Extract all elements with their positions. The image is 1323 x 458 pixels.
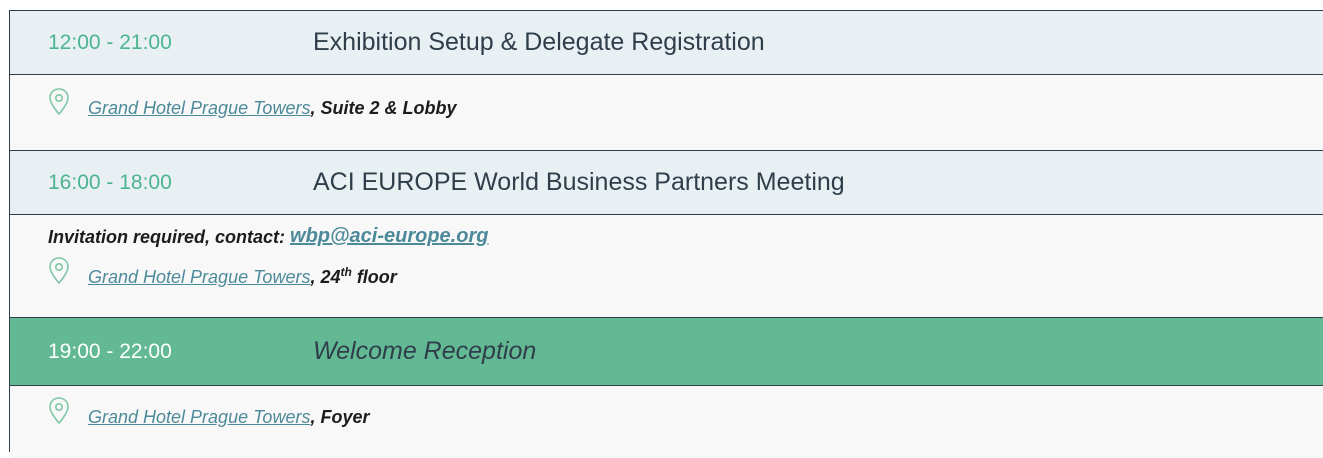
location-line: Grand Hotel Prague Towers , 24th floor (48, 256, 1323, 288)
venue-link[interactable]: Grand Hotel Prague Towers (88, 267, 310, 288)
session-header: 16:00 - 18:00 ACI EUROPE World Business … (10, 151, 1323, 215)
location-detail: , 24th floor (310, 265, 396, 288)
session-title: ACI EUROPE World Business Partners Meeti… (313, 168, 845, 196)
venue-link[interactable]: Grand Hotel Prague Towers (88, 407, 310, 428)
invitation-note: Invitation required, contact: wbp@aci-eu… (48, 225, 1323, 248)
map-pin-icon (49, 397, 69, 425)
location-detail-suffix: floor (351, 267, 397, 287)
session-time: 19:00 - 22:00 (48, 339, 172, 363)
session-title: Exhibition Setup & Delegate Registration (313, 28, 765, 56)
invitation-text: Invitation required, contact: (48, 227, 286, 247)
location-detail-prefix: , 24 (310, 267, 341, 287)
session-title: Welcome Reception (313, 337, 537, 365)
session-header: 12:00 - 21:00 Exhibition Setup & Delegat… (10, 11, 1323, 75)
map-pin-icon (49, 257, 69, 285)
session-details: Grand Hotel Prague Towers , Suite 2 & Lo… (10, 75, 1323, 151)
agenda-table: 12:00 - 21:00 Exhibition Setup & Delegat… (9, 10, 1323, 458)
session-time: 16:00 - 18:00 (48, 170, 172, 194)
session-details: Invitation required, contact: wbp@aci-eu… (10, 215, 1323, 318)
session-time: 12:00 - 21:00 (48, 30, 172, 54)
location-line: Grand Hotel Prague Towers , Foyer (48, 396, 1323, 428)
venue-link[interactable]: Grand Hotel Prague Towers (88, 98, 310, 119)
location-detail: , Suite 2 & Lobby (310, 98, 457, 118)
contact-email-link[interactable]: wbp@aci-europe.org (290, 225, 488, 248)
location-detail: , Foyer (310, 407, 370, 427)
map-pin-icon (49, 88, 69, 116)
floor-ordinal: th (340, 265, 352, 279)
location-line: Grand Hotel Prague Towers , Suite 2 & Lo… (48, 87, 1323, 119)
session-header-highlighted: 19:00 - 22:00 Welcome Reception (10, 318, 1323, 386)
session-details: Grand Hotel Prague Towers , Foyer (10, 386, 1323, 458)
